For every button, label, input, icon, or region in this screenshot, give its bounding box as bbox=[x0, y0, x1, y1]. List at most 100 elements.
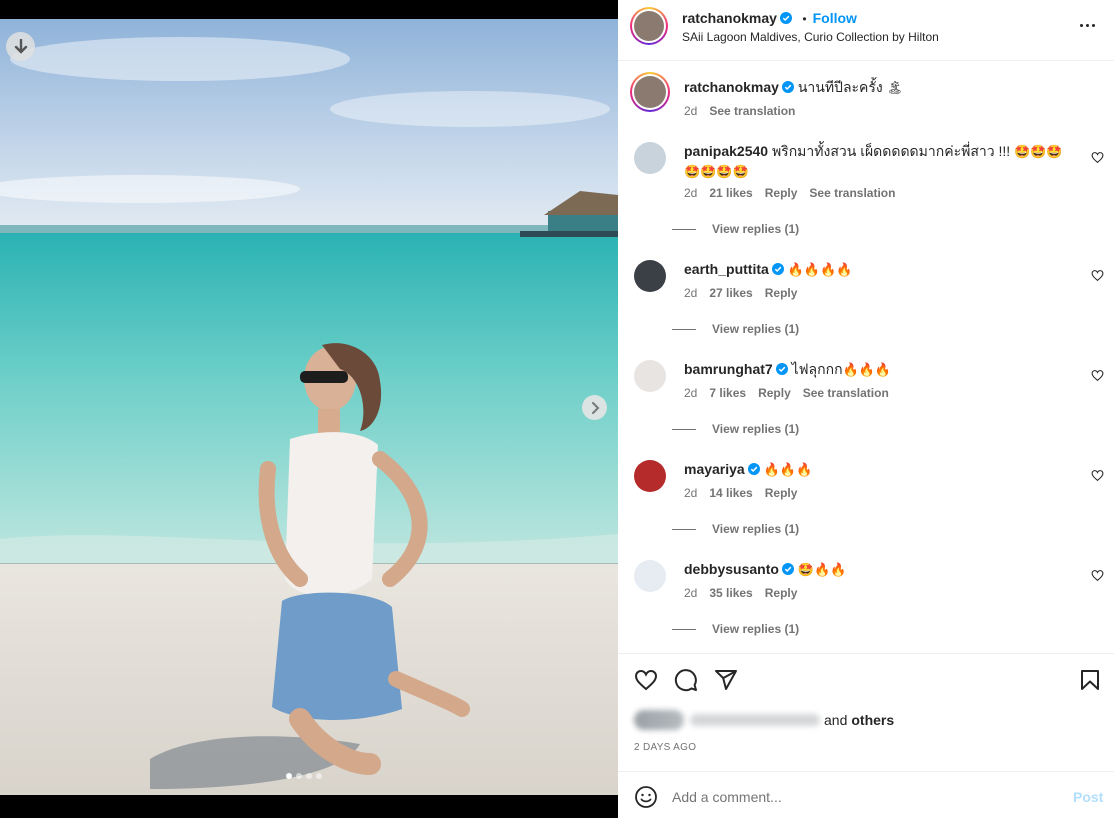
post-location[interactable]: SAii Lagoon Maldives, Curio Collection b… bbox=[682, 30, 939, 44]
carousel-dot bbox=[296, 773, 302, 779]
verified-badge-icon bbox=[771, 263, 784, 275]
commenter-username[interactable]: bamrunghat7 bbox=[684, 361, 773, 377]
commenter-avatar[interactable] bbox=[634, 460, 666, 492]
verified-badge-icon bbox=[781, 81, 794, 93]
verified-badge-icon bbox=[779, 12, 792, 24]
likes-and-label: and bbox=[824, 712, 848, 728]
divider-line bbox=[672, 628, 696, 630]
see-translation-link[interactable]: See translation bbox=[709, 104, 795, 118]
post-timestamp[interactable]: 2 DAYS AGO bbox=[634, 742, 696, 753]
commenter-avatar[interactable] bbox=[634, 142, 666, 174]
post-comment-button[interactable]: Post bbox=[1073, 789, 1103, 805]
author-avatar[interactable] bbox=[630, 72, 670, 112]
commenter-username[interactable]: mayariya bbox=[684, 461, 745, 477]
author-avatar[interactable] bbox=[630, 7, 668, 45]
commenter-avatar[interactable] bbox=[634, 560, 666, 592]
save-bookmark-icon[interactable] bbox=[1078, 668, 1102, 692]
like-comment-icon[interactable] bbox=[1091, 569, 1104, 582]
reply-button[interactable]: Reply bbox=[765, 286, 798, 300]
emoji-picker-icon[interactable] bbox=[634, 785, 658, 809]
comment-emoji: 🔥🔥🔥🔥 bbox=[787, 263, 853, 278]
follow-button[interactable]: Follow bbox=[813, 10, 857, 26]
divider-line bbox=[672, 528, 696, 530]
comment-time[interactable]: 2d bbox=[684, 486, 697, 500]
reply-button[interactable]: Reply bbox=[758, 386, 791, 400]
view-replies-label[interactable]: View replies (1) bbox=[712, 422, 799, 436]
likes-others-link[interactable]: others bbox=[851, 712, 894, 728]
post-actions: and others 2 DAYS AGO bbox=[618, 653, 1114, 771]
caption-text: นานทีปีละครั้ง bbox=[797, 79, 883, 95]
view-replies-label[interactable]: View replies (1) bbox=[712, 322, 799, 336]
verified-badge-icon bbox=[775, 363, 788, 375]
caption-emoji: 🏝 bbox=[886, 81, 904, 96]
comment-emoji: 🤩🤩🤩 bbox=[1014, 145, 1063, 160]
download-button[interactable] bbox=[6, 32, 35, 61]
carousel-dot bbox=[316, 773, 322, 779]
view-replies-button[interactable]: View replies (1) bbox=[672, 222, 799, 236]
author-username[interactable]: ratchanokmay bbox=[682, 10, 777, 26]
commenter-avatar[interactable] bbox=[634, 260, 666, 292]
arrow-down-icon bbox=[14, 38, 27, 54]
like-comment-icon[interactable] bbox=[1091, 269, 1104, 282]
carousel-dot bbox=[286, 773, 292, 779]
verified-badge-icon bbox=[747, 463, 760, 475]
comment-likes[interactable]: 14 likes bbox=[709, 486, 752, 500]
view-replies-button[interactable]: View replies (1) bbox=[672, 422, 799, 436]
post-media bbox=[0, 0, 618, 818]
see-translation-link[interactable]: See translation bbox=[809, 186, 895, 200]
reply-button[interactable]: Reply bbox=[765, 586, 798, 600]
reply-button[interactable]: Reply bbox=[765, 186, 798, 200]
post-header: ratchanokmay • Follow SAii Lagoon Maldive… bbox=[618, 0, 1114, 61]
comment-time[interactable]: 2d bbox=[684, 186, 697, 200]
comment-emoji: 🤩🔥🔥 bbox=[797, 563, 847, 578]
liker-name-blurred[interactable] bbox=[690, 714, 820, 726]
view-replies-label[interactable]: View replies (1) bbox=[712, 222, 799, 236]
comment-likes[interactable]: 21 likes bbox=[709, 186, 752, 200]
view-replies-button[interactable]: View replies (1) bbox=[672, 522, 799, 536]
comment-bubble-icon[interactable] bbox=[674, 668, 698, 692]
comment-emoji: 🔥🔥🔥 bbox=[763, 463, 813, 478]
comment-input[interactable] bbox=[672, 784, 1052, 810]
like-comment-icon[interactable] bbox=[1091, 151, 1104, 164]
comment-time[interactable]: 2d bbox=[684, 586, 697, 600]
like-comment-icon[interactable] bbox=[1091, 369, 1104, 382]
comment-likes[interactable]: 7 likes bbox=[709, 386, 746, 400]
next-slide-button[interactable] bbox=[582, 395, 607, 420]
view-replies-label[interactable]: View replies (1) bbox=[712, 622, 799, 636]
caption-username[interactable]: ratchanokmay bbox=[684, 79, 779, 95]
share-send-icon[interactable] bbox=[714, 668, 738, 692]
liker-avatars-blurred[interactable] bbox=[634, 710, 684, 730]
verified-badge-icon bbox=[781, 563, 794, 575]
commenter-avatar[interactable] bbox=[634, 360, 666, 392]
comment-time[interactable]: 2d bbox=[684, 386, 697, 400]
comment-likes[interactable]: 35 likes bbox=[709, 586, 752, 600]
like-heart-icon[interactable] bbox=[634, 668, 658, 692]
divider-line bbox=[672, 428, 696, 430]
caption-time[interactable]: 2d bbox=[684, 104, 697, 118]
view-replies-button[interactable]: View replies (1) bbox=[672, 622, 799, 636]
carousel-dot bbox=[306, 773, 312, 779]
commenter-username[interactable]: debbysusanto bbox=[684, 561, 779, 577]
like-comment-icon[interactable] bbox=[1091, 469, 1104, 482]
more-options-icon[interactable] bbox=[1080, 16, 1102, 34]
comment-likes[interactable]: 27 likes bbox=[709, 286, 752, 300]
chevron-right-icon bbox=[591, 401, 599, 414]
likes-summary: and others bbox=[634, 710, 894, 730]
divider-line bbox=[672, 228, 696, 230]
comment-emoji: 🤩🤩🤩🤩 bbox=[684, 165, 749, 180]
view-replies-label[interactable]: View replies (1) bbox=[712, 522, 799, 536]
comment-time[interactable]: 2d bbox=[684, 286, 697, 300]
commenter-username[interactable]: panipak2540 bbox=[684, 143, 768, 159]
carousel-indicator bbox=[286, 773, 322, 779]
post-panel: ratchanokmay • Follow SAii Lagoon Maldive… bbox=[618, 0, 1114, 818]
view-replies-button[interactable]: View replies (1) bbox=[672, 322, 799, 336]
dot-separator: • bbox=[802, 12, 807, 26]
commenter-username[interactable]: earth_puttita bbox=[684, 261, 769, 277]
reply-button[interactable]: Reply bbox=[765, 486, 798, 500]
see-translation-link[interactable]: See translation bbox=[803, 386, 889, 400]
post-photo[interactable] bbox=[0, 19, 618, 795]
divider-line bbox=[672, 328, 696, 330]
comment-text: พริกมาทั้งสวน เผ็ดดดดดมากค่ะพี่สาว !!! bbox=[771, 143, 1011, 159]
add-comment-bar: Post bbox=[618, 771, 1114, 818]
comment-text: ไฟลุกกก bbox=[791, 361, 843, 377]
